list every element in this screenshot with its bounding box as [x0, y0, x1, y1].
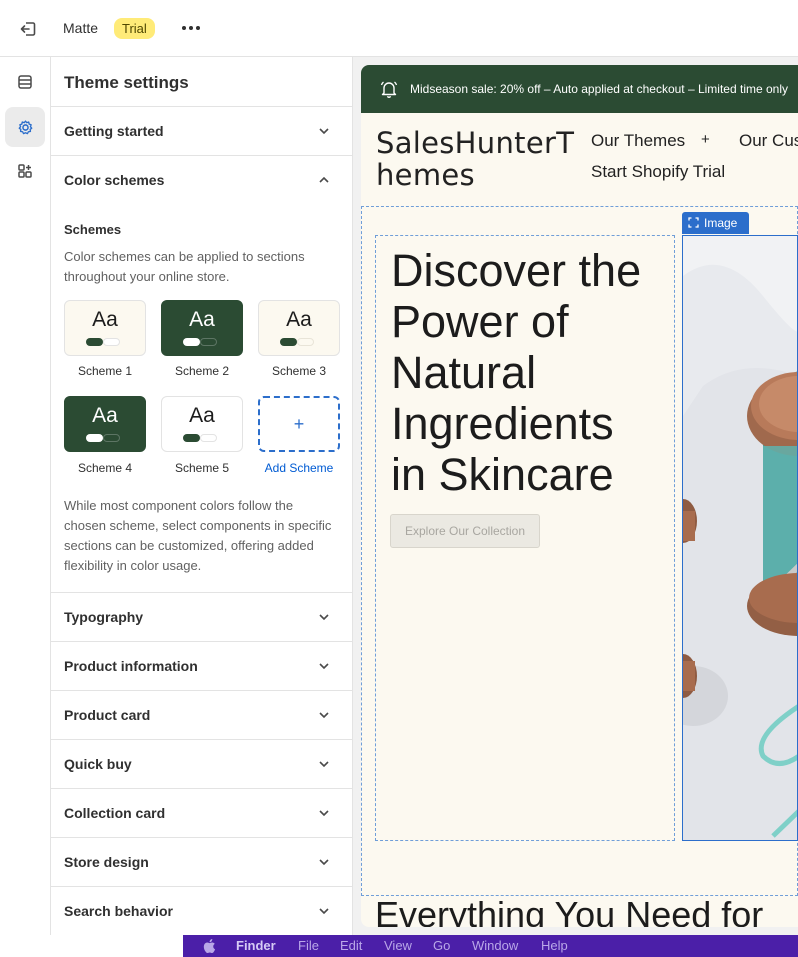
panel-title: Theme settings — [64, 73, 189, 92]
swatch-aa: Aa — [92, 404, 118, 427]
swatch-outline-pill — [103, 434, 120, 442]
section-label: Quick buy — [64, 756, 132, 772]
chevron-down-icon — [319, 810, 329, 817]
swatch-button-pill — [86, 434, 103, 442]
section-label: Color schemes — [64, 172, 165, 188]
menu-view[interactable]: View — [384, 938, 412, 953]
nav-expand-icon[interactable]: + — [701, 131, 710, 148]
gear-icon — [18, 119, 32, 134]
swatch-aa: Aa — [189, 308, 215, 331]
nav-our-customers[interactable]: Our Customers — [739, 131, 798, 151]
frame-icon — [688, 217, 699, 228]
schemes-description: Color schemes can be applied to sections… — [64, 249, 305, 284]
swatch-outline-pill — [103, 338, 120, 346]
swatch-outline-pill — [297, 338, 314, 346]
chevron-down-icon — [319, 614, 329, 621]
swatch-button-pill — [183, 338, 200, 346]
scheme-label: Scheme 2 — [174, 364, 230, 378]
section-label: Store design — [64, 854, 149, 870]
image-tag-label: Image — [704, 216, 738, 230]
section-search-behavior[interactable]: Search behavior — [51, 887, 352, 935]
exit-icon[interactable] — [18, 19, 38, 39]
add-scheme-link[interactable]: Add Scheme — [258, 461, 340, 475]
section-store-design[interactable]: Store design — [51, 838, 352, 887]
scheme-label: Scheme 4 — [77, 461, 133, 475]
menu-file[interactable]: File — [298, 938, 319, 953]
section-color-schemes[interactable]: Color schemes — [51, 156, 352, 205]
chevron-down-icon — [319, 712, 329, 719]
theme-settings-panel: Theme settings Getting started Color sch… — [51, 57, 353, 935]
menu-window[interactable]: Window — [472, 938, 518, 953]
section-product-card[interactable]: Product card — [51, 691, 352, 740]
section-label: Getting started — [64, 123, 164, 139]
section-collection-card[interactable]: Collection card — [51, 789, 352, 838]
nav-our-themes[interactable]: Our Themes — [591, 131, 685, 151]
section-heading: Everything You Need for — [375, 894, 764, 927]
swatch-button-pill — [280, 338, 297, 346]
nav-start-trial[interactable]: Start Shopify Trial — [591, 162, 725, 182]
image-block-tag[interactable]: Image — [682, 212, 749, 234]
section-quick-buy[interactable]: Quick buy — [51, 740, 352, 789]
swatch-outline-pill — [200, 434, 217, 442]
apps-button[interactable] — [5, 151, 45, 191]
section-label: Product information — [64, 658, 198, 674]
section-label: Product card — [64, 707, 151, 723]
bell-icon — [380, 81, 398, 99]
section-getting-started[interactable]: Getting started — [51, 107, 352, 156]
theme-settings-button[interactable] — [5, 107, 45, 147]
announcement-bar[interactable]: Midseason sale: 20% off – Auto applied a… — [361, 65, 798, 113]
chevron-down-icon — [319, 128, 329, 135]
store-preview: Midseason sale: 20% off – Auto applied a… — [361, 65, 798, 927]
scheme-swatch-1[interactable]: Aa — [64, 300, 146, 356]
chevron-up-icon — [319, 176, 329, 183]
scheme-swatch-3[interactable]: Aa — [258, 300, 340, 356]
apps-icon — [18, 164, 32, 178]
menu-help[interactable]: Help — [541, 938, 568, 953]
trial-badge: Trial — [114, 18, 155, 39]
swatch-button-pill — [86, 338, 103, 346]
mac-menu-bar: Finder File Edit View Go Window Help — [183, 935, 798, 957]
announcement-text: Midseason sale: 20% off – Auto applied a… — [410, 82, 789, 96]
menu-edit[interactable]: Edit — [340, 938, 362, 953]
scheme-swatch-4[interactable]: Aa — [64, 396, 146, 452]
store-name: Matte — [63, 20, 99, 36]
swatch-aa: Aa — [189, 404, 215, 427]
scheme-label: Scheme 1 — [77, 364, 133, 378]
swatch-aa: Aa — [286, 308, 312, 331]
more-horizontal-icon[interactable] — [180, 26, 202, 32]
section-label: Search behavior — [64, 903, 173, 919]
section-label: Collection card — [64, 805, 166, 821]
hero-title: Discover the Power of Natural Ingredient… — [391, 245, 642, 500]
scheme-note: While most component colors follow the c… — [64, 498, 332, 573]
menu-finder[interactable]: Finder — [236, 938, 276, 953]
section-typography[interactable]: Typography — [51, 593, 352, 642]
sections-icon — [18, 75, 32, 89]
chevron-down-icon — [319, 663, 329, 670]
section-label: Typography — [64, 609, 144, 625]
swatch-button-pill — [183, 434, 200, 442]
store-logo[interactable]: SalesHunterThemes — [376, 127, 576, 191]
chevron-down-icon — [319, 761, 329, 768]
schemes-heading: Schemes — [64, 222, 122, 237]
section-product-information[interactable]: Product information — [51, 642, 352, 691]
icon-rail — [0, 57, 51, 935]
swatch-aa: Aa — [92, 308, 118, 331]
chevron-down-icon — [319, 908, 329, 915]
desktop-edge — [0, 935, 183, 957]
chevron-down-icon — [319, 859, 329, 866]
scheme-swatch-2[interactable]: Aa — [161, 300, 243, 356]
top-bar: Matte Trial — [0, 0, 798, 57]
explore-collection-button[interactable]: Explore Our Collection — [390, 514, 540, 548]
product-illustration — [683, 236, 797, 840]
swatch-outline-pill — [200, 338, 217, 346]
hero-image[interactable] — [682, 235, 798, 841]
menu-go[interactable]: Go — [433, 938, 450, 953]
apple-icon[interactable] — [203, 939, 216, 953]
add-scheme-button[interactable]: + — [258, 396, 340, 452]
scheme-label: Scheme 5 — [174, 461, 230, 475]
scheme-swatch-5[interactable]: Aa — [161, 396, 243, 452]
sections-button[interactable] — [5, 62, 45, 102]
scheme-label: Scheme 3 — [271, 364, 327, 378]
